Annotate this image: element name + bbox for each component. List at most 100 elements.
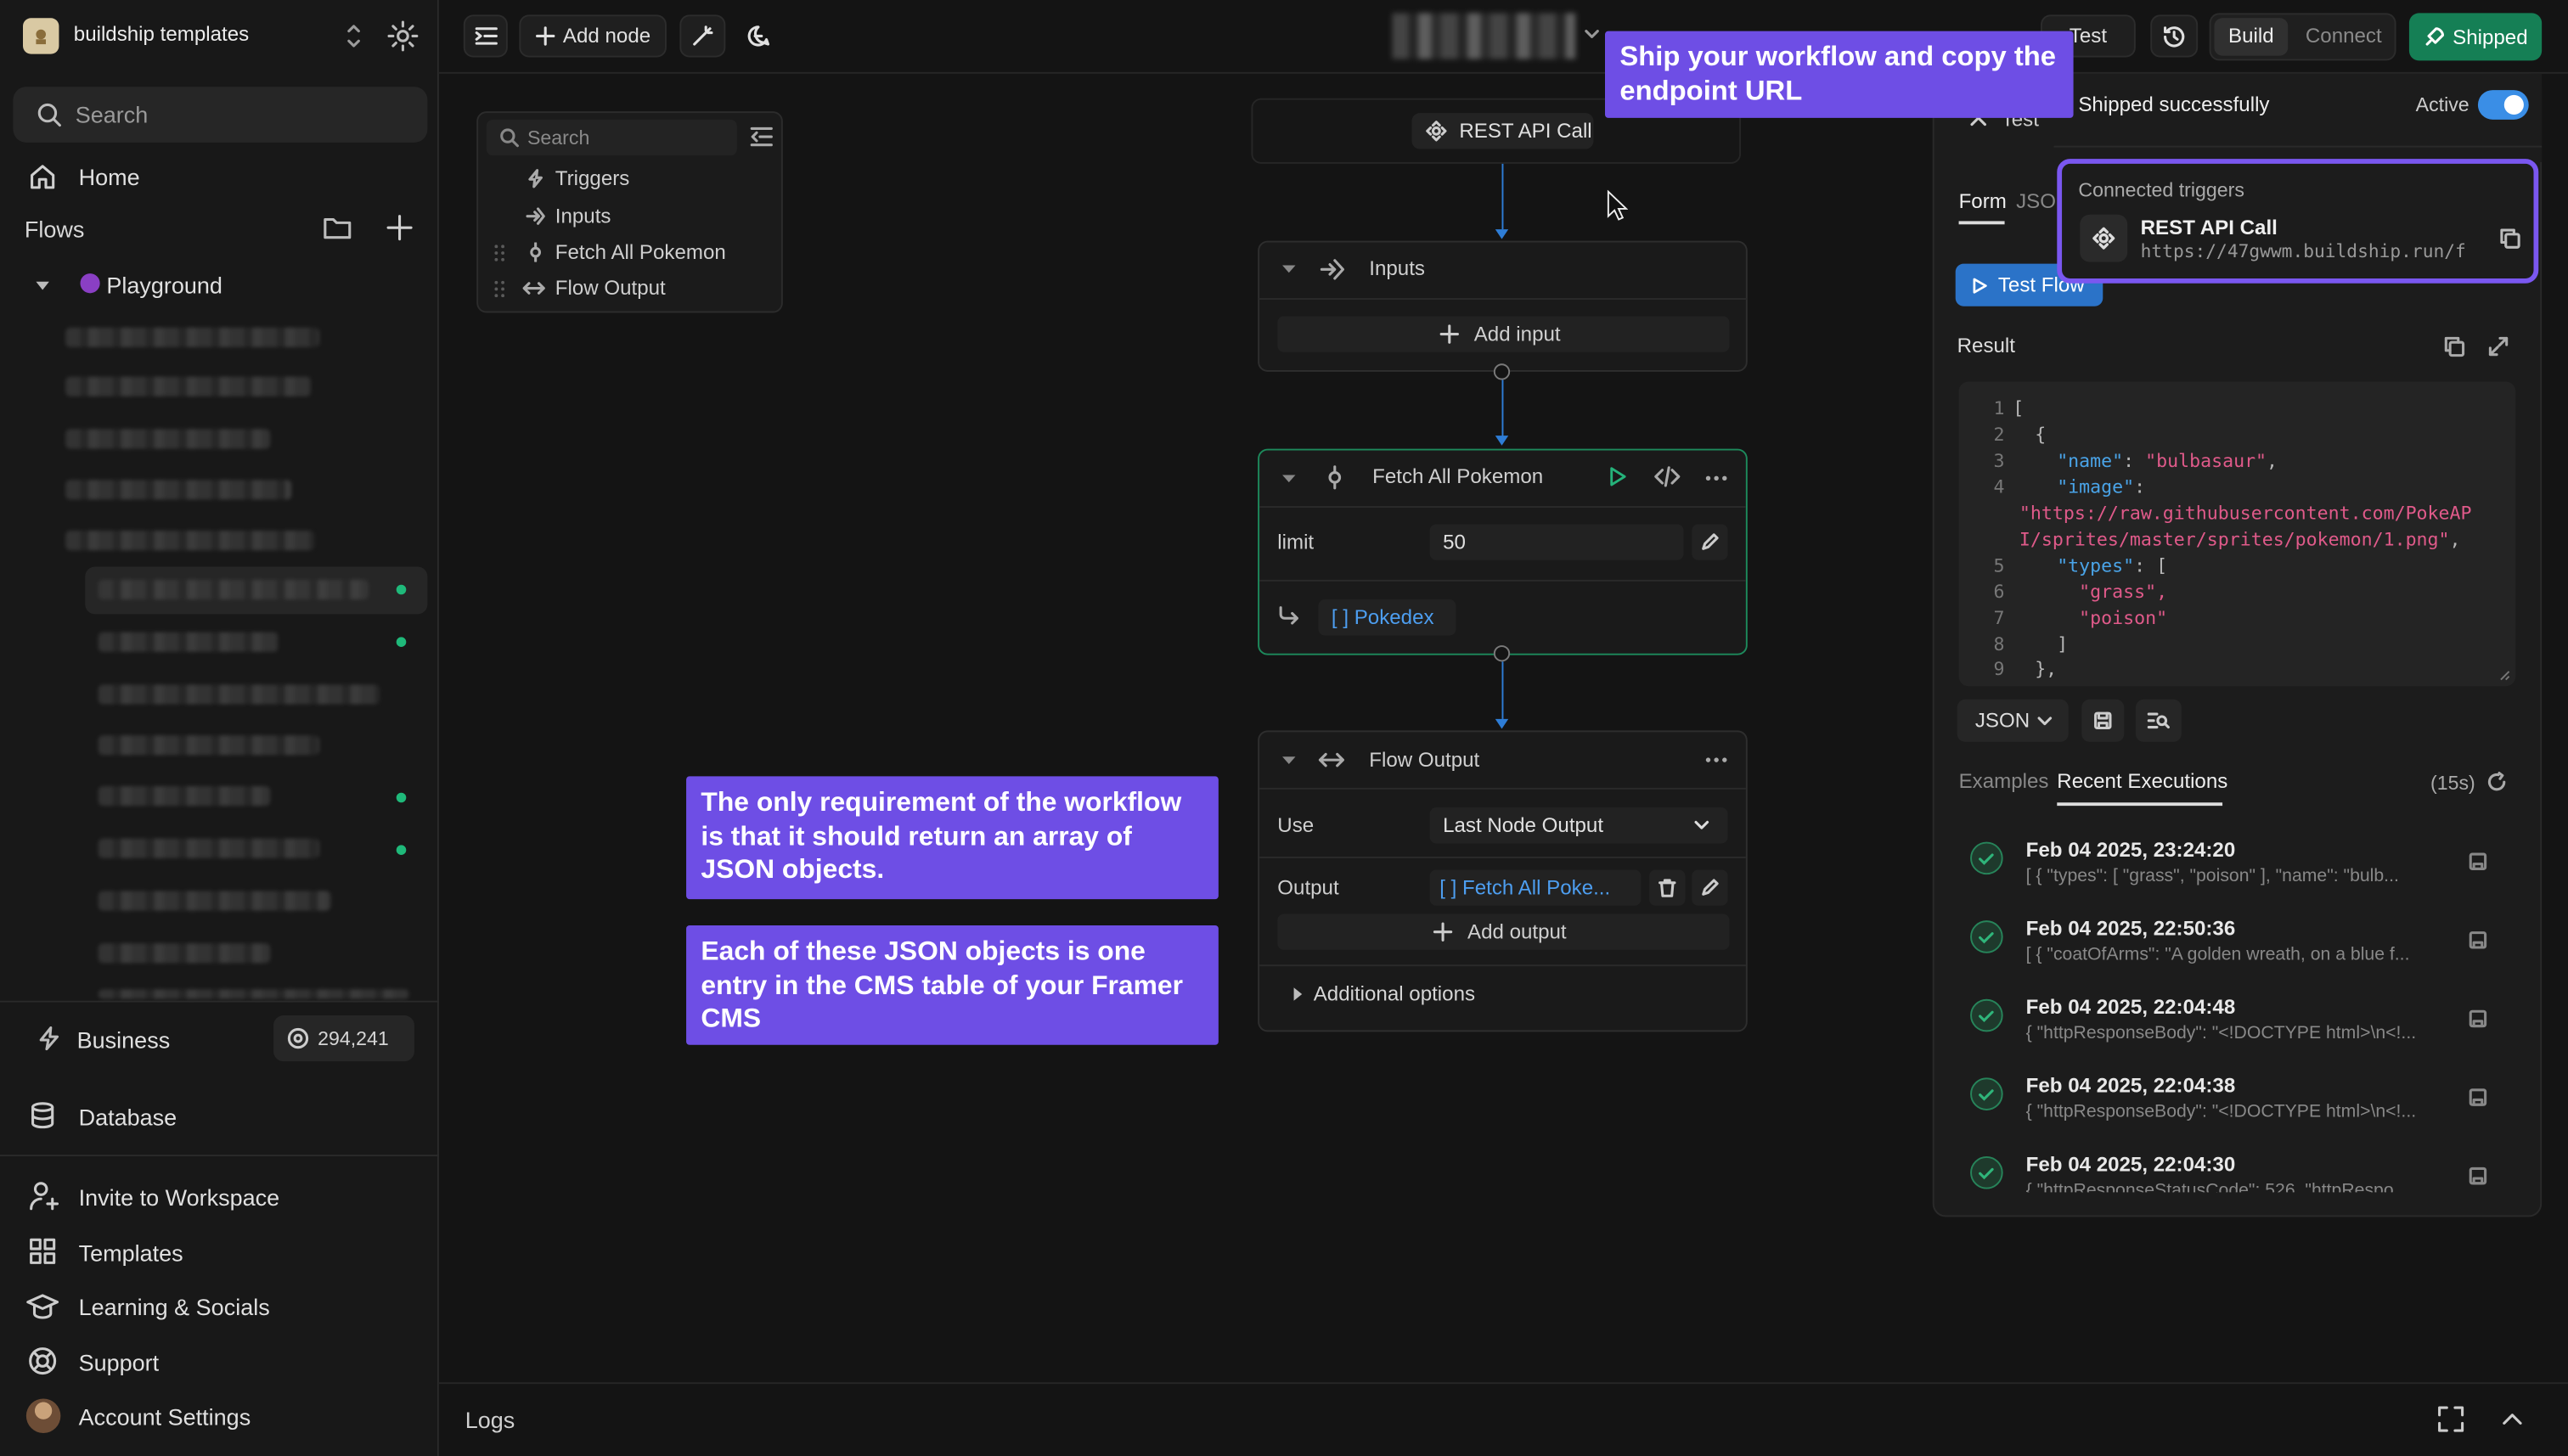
outline-item-inputs[interactable]: Inputs bbox=[555, 205, 611, 228]
edit-output-button[interactable] bbox=[1692, 869, 1728, 906]
add-output-button[interactable]: Add output bbox=[1277, 914, 1730, 950]
nav-account-settings[interactable]: Account Settings bbox=[79, 1403, 251, 1430]
delete-output-button[interactable] bbox=[1649, 869, 1686, 906]
toggle-sidebar-button[interactable] bbox=[463, 14, 508, 58]
avatar[interactable] bbox=[25, 1398, 61, 1433]
workspace-name[interactable]: buildship templates bbox=[74, 23, 249, 46]
trigger-pill[interactable]: REST API Call bbox=[1411, 113, 1594, 149]
nav-learning[interactable]: Learning & Socials bbox=[79, 1294, 270, 1320]
chevron-up-icon[interactable] bbox=[2501, 1410, 2524, 1426]
limit-input[interactable]: 50 bbox=[1429, 524, 1684, 560]
play-icon[interactable] bbox=[1608, 465, 1628, 488]
history-button[interactable] bbox=[2150, 14, 2199, 58]
caret-down-icon[interactable] bbox=[34, 277, 50, 293]
collapse-caret-icon[interactable] bbox=[1281, 753, 1297, 766]
blurred-flow-item[interactable] bbox=[98, 632, 279, 652]
collapse-caret-icon[interactable] bbox=[1281, 472, 1297, 485]
logs-bar[interactable] bbox=[438, 1382, 2568, 1456]
ai-wand-button[interactable] bbox=[679, 14, 726, 58]
search-result-button[interactable] bbox=[2135, 699, 2182, 742]
refresh-icon[interactable] bbox=[2486, 772, 2508, 793]
shipped-button[interactable]: Shipped bbox=[2408, 13, 2543, 61]
add-input-button[interactable]: Add input bbox=[1277, 316, 1730, 352]
workspace-logo[interactable] bbox=[22, 18, 59, 54]
edit-limit-button[interactable] bbox=[1692, 524, 1728, 560]
blurred-flow-item[interactable] bbox=[98, 989, 410, 999]
blurred-flow-item[interactable] bbox=[65, 327, 320, 347]
nav-templates[interactable]: Templates bbox=[79, 1240, 183, 1266]
plan-label[interactable]: Business bbox=[77, 1027, 171, 1054]
folder-icon[interactable] bbox=[323, 215, 352, 241]
nav-support[interactable]: Support bbox=[79, 1350, 160, 1376]
credits-badge[interactable]: 294,241 bbox=[273, 1015, 414, 1062]
save-icon[interactable] bbox=[2468, 930, 2487, 950]
tab-recent-executions[interactable]: Recent Executions bbox=[2057, 770, 2227, 793]
execution-row[interactable]: Feb 04 2025, 22:04:30 { "httpResponseSta… bbox=[1959, 1150, 2516, 1192]
search-input[interactable]: Search bbox=[13, 87, 428, 143]
tab-form[interactable]: Form bbox=[1959, 190, 2007, 213]
more-options-icon[interactable] bbox=[1705, 756, 1728, 763]
folder-playground[interactable]: Playground bbox=[106, 272, 222, 298]
copy-icon[interactable] bbox=[2443, 335, 2465, 357]
trigger-url[interactable]: https://47gwwm.buildship.run/f bbox=[2141, 241, 2466, 262]
use-select[interactable]: Last Node Output bbox=[1429, 807, 1728, 844]
caret-right-icon[interactable] bbox=[1291, 986, 1304, 1002]
save-icon[interactable] bbox=[2468, 852, 2487, 871]
active-toggle[interactable] bbox=[2477, 90, 2529, 120]
tab-examples[interactable]: Examples bbox=[1959, 770, 2049, 793]
chevron-down-icon[interactable] bbox=[1584, 28, 1600, 41]
execution-date: Feb 04 2025, 22:04:48 bbox=[2025, 995, 2236, 1019]
blurred-flow-item[interactable] bbox=[65, 429, 271, 449]
save-icon[interactable] bbox=[2468, 1088, 2487, 1107]
blurred-flow-item[interactable] bbox=[98, 943, 271, 964]
nav-invite[interactable]: Invite to Workspace bbox=[79, 1184, 280, 1211]
build-tab[interactable]: Build bbox=[2214, 18, 2289, 56]
save-icon[interactable] bbox=[2468, 1009, 2487, 1028]
outline-item-flow-output[interactable]: Flow Output bbox=[555, 277, 666, 300]
comment-button[interactable] bbox=[735, 14, 780, 57]
outline-item-triggers[interactable]: Triggers bbox=[555, 167, 630, 190]
connect-tab[interactable]: Connect bbox=[2295, 18, 2393, 55]
resize-handle-icon[interactable] bbox=[2499, 670, 2511, 682]
format-select[interactable]: JSON bbox=[1957, 699, 2069, 742]
more-options-icon[interactable] bbox=[1705, 475, 1728, 481]
expand-icon[interactable] bbox=[2487, 335, 2509, 357]
result-json-viewer[interactable]: 1[ 2 { 3 "name": "bulbasaur", 4 "image":… bbox=[1958, 381, 2516, 687]
drag-handle-icon[interactable] bbox=[494, 280, 504, 298]
blurred-flow-name[interactable] bbox=[1392, 13, 1576, 59]
tab-json[interactable]: JSO bbox=[2016, 190, 2056, 213]
blurred-flow-item[interactable] bbox=[98, 785, 271, 807]
execution-row[interactable]: Feb 04 2025, 22:04:38 { "httpResponseBod… bbox=[1959, 1071, 2516, 1144]
copy-url-icon[interactable] bbox=[2499, 228, 2520, 249]
blurred-flow-item[interactable] bbox=[65, 531, 315, 551]
fullscreen-icon[interactable] bbox=[2437, 1405, 2465, 1433]
collapse-outline-icon[interactable] bbox=[750, 126, 773, 148]
save-result-button[interactable] bbox=[2081, 699, 2125, 742]
output-tag-pokedex[interactable]: [ ] Pokedex bbox=[1318, 599, 1456, 636]
add-node-button[interactable]: Add node bbox=[519, 14, 667, 58]
blurred-flow-item[interactable] bbox=[65, 480, 292, 500]
execution-row[interactable]: Feb 04 2025, 23:24:20 [ { "types": [ "gr… bbox=[1959, 835, 2516, 908]
save-icon[interactable] bbox=[2468, 1166, 2487, 1186]
additional-options[interactable]: Additional options bbox=[1314, 982, 1475, 1005]
execution-row[interactable]: Feb 04 2025, 22:50:36 [ { "coatOfArms": … bbox=[1959, 914, 2516, 986]
nav-database[interactable]: Database bbox=[79, 1104, 177, 1130]
drag-handle-icon[interactable] bbox=[494, 244, 504, 261]
blurred-flow-item[interactable] bbox=[98, 735, 320, 756]
connector-handle[interactable] bbox=[1493, 645, 1511, 662]
connector-handle[interactable] bbox=[1493, 363, 1511, 380]
execution-row[interactable]: Feb 04 2025, 22:04:48 { "httpResponseBod… bbox=[1959, 992, 2516, 1065]
chevron-updown-icon[interactable] bbox=[344, 21, 363, 51]
nav-home[interactable]: Home bbox=[79, 164, 140, 190]
collapse-caret-icon[interactable] bbox=[1281, 262, 1297, 275]
blurred-flow-item[interactable] bbox=[65, 376, 312, 396]
outline-search-input[interactable]: Search bbox=[486, 119, 737, 156]
output-value-field[interactable]: [ ] Fetch All Poke... bbox=[1429, 869, 1642, 906]
outline-item-fetch[interactable]: Fetch All Pokemon bbox=[555, 241, 726, 264]
blurred-flow-item[interactable] bbox=[98, 891, 331, 911]
gear-icon[interactable] bbox=[386, 20, 420, 53]
add-flow-icon[interactable] bbox=[385, 213, 414, 243]
code-icon[interactable] bbox=[1654, 465, 1681, 488]
blurred-flow-item[interactable] bbox=[98, 684, 380, 705]
blurred-flow-item[interactable] bbox=[98, 838, 320, 858]
